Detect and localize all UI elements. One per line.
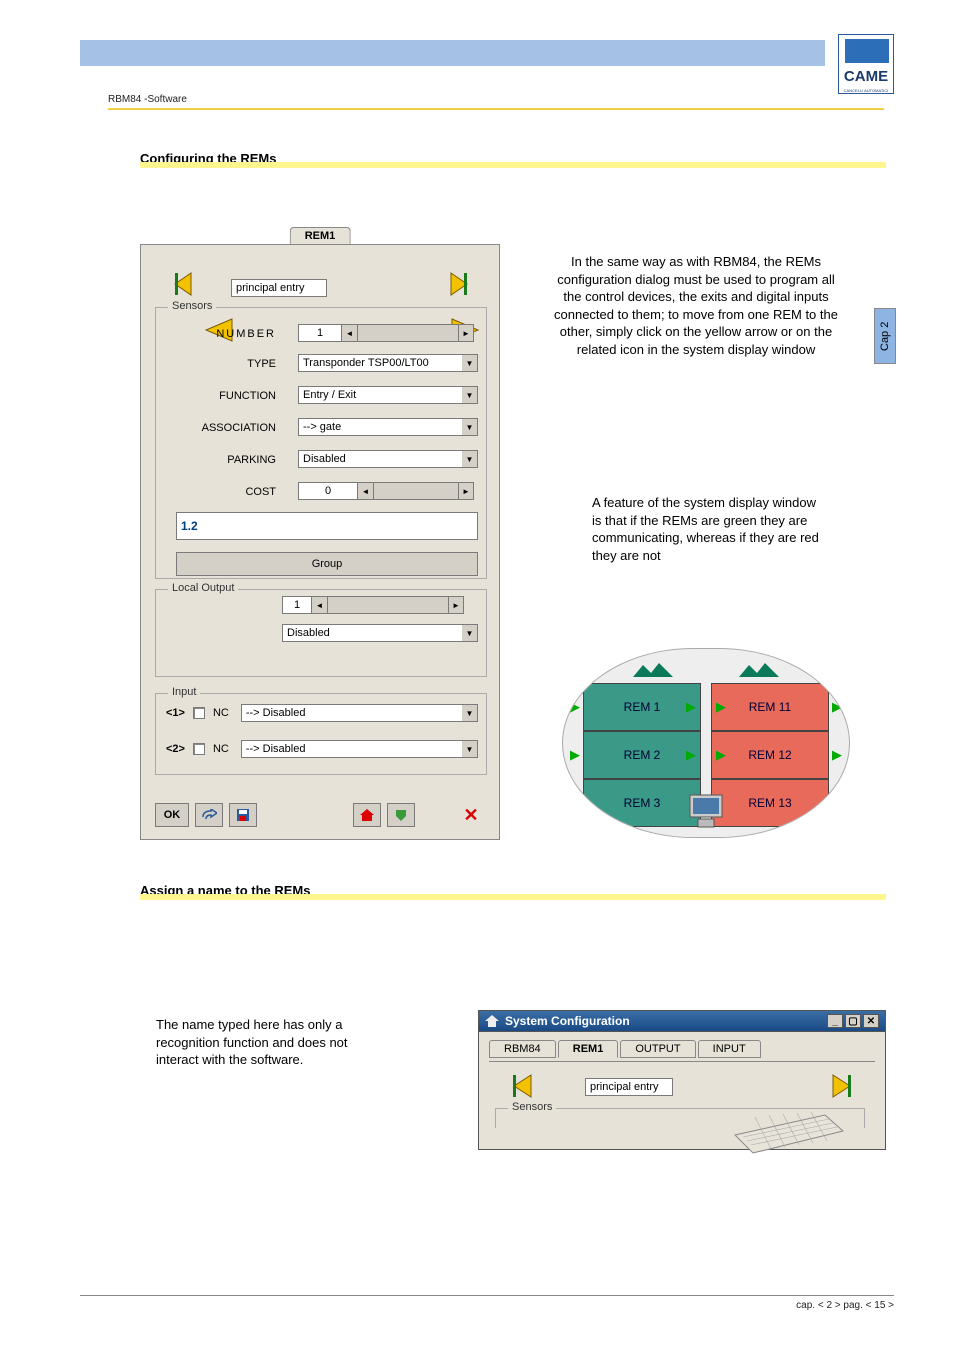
tab-rbm84[interactable]: RBM84 — [489, 1040, 556, 1058]
floppy-icon — [236, 808, 250, 822]
input-legend: Input — [168, 686, 200, 698]
chapter-tab: Cap 2 — [874, 308, 896, 364]
local-output-stepper[interactable]: 1 ◄ ► — [282, 596, 464, 614]
label-association: ASSOCIATION — [176, 422, 276, 434]
next-rem-arrow-icon[interactable] — [443, 269, 473, 299]
tab-rem1[interactable]: REM1 — [290, 227, 351, 244]
rem-config-dialog: REM1 principal entry Sensors NUMBER 1 ◄ … — [140, 244, 500, 840]
came-logo: CAME CANCELLI AUTOMATICI — [838, 34, 894, 94]
parking-combo[interactable]: Disabled▼ — [298, 450, 478, 468]
undo-icon — [201, 809, 217, 821]
group-button[interactable]: Group — [176, 552, 478, 576]
input2-combo[interactable]: --> Disabled▼ — [241, 740, 478, 758]
local-output-fieldset: Local Output 1 ◄ ► Disabled▼ — [155, 589, 487, 677]
function-combo[interactable]: Entry / Exit▼ — [298, 386, 478, 404]
close-button[interactable]: ✕ — [863, 1014, 879, 1028]
home-button[interactable] — [353, 803, 381, 827]
window-title: System Configuration — [505, 1014, 630, 1028]
name-note-paragraph: The name typed here has only a recogniti… — [156, 1016, 390, 1069]
sensors-fieldset: Sensors NUMBER 1 ◄ ► TYPE Transponder TS… — [155, 307, 487, 579]
header-band — [80, 40, 825, 66]
prev-rem-arrow-icon[interactable] — [509, 1072, 539, 1100]
heading-underline — [140, 162, 886, 168]
input-fieldset: Input <1> NC --> Disabled▼ <2> NC --> Di… — [155, 693, 487, 775]
page-arrow-icon — [394, 808, 408, 822]
save-button[interactable] — [229, 803, 257, 827]
next-page-button[interactable] — [387, 803, 415, 827]
tab-rem1[interactable]: REM1 — [558, 1040, 619, 1058]
feature-paragraph: A feature of the system display window i… — [592, 494, 824, 564]
intro-paragraph: In the same way as with RBM84, the REMs … — [548, 253, 844, 358]
sensors-legend-small: Sensors — [508, 1101, 556, 1113]
label-cost: COST — [176, 486, 276, 498]
label-parking: PARKING — [176, 454, 276, 466]
ok-button[interactable]: OK — [155, 803, 189, 827]
mountain-icon — [633, 663, 673, 677]
heading-underline — [140, 894, 886, 900]
tab-input[interactable]: INPUT — [698, 1040, 761, 1058]
nc-label: NC — [213, 707, 229, 719]
rem-name-field[interactable]: principal entry — [585, 1078, 673, 1096]
local-output-legend: Local Output — [168, 582, 238, 594]
association-combo[interactable]: --> gate▼ — [298, 418, 478, 436]
window-icon — [485, 1015, 499, 1027]
close-button[interactable]: ✕ — [457, 803, 485, 827]
breadcrumb-underline — [108, 108, 884, 110]
label-type: TYPE — [176, 358, 276, 370]
input-row-idx: <2> — [166, 743, 185, 755]
next-rem-arrow-icon[interactable] — [825, 1072, 855, 1100]
input-row-idx: <1> — [166, 707, 185, 719]
cost-stepper[interactable]: 0 ◄ ► — [298, 482, 474, 500]
rem-cell[interactable]: ▶REM 1▶ — [583, 683, 701, 731]
page-footer: cap. < 2 > pag. < 15 > — [80, 1295, 894, 1311]
input1-combo[interactable]: --> Disabled▼ — [241, 704, 478, 722]
home-icon — [359, 808, 375, 822]
sensor-number-stepper[interactable]: 1 ◄ ► — [298, 324, 474, 342]
nc-label: NC — [213, 743, 229, 755]
system-display-oval: ▶REM 1▶ ▶REM 2▶ REM 3 ▶REM 11▶ ▶REM 12▶ … — [562, 648, 850, 838]
minimize-button[interactable]: _ — [827, 1014, 843, 1028]
rem-cell[interactable]: ▶REM 11▶ — [711, 683, 829, 731]
sensors-legend: Sensors — [168, 300, 216, 312]
label-number: NUMBER — [176, 328, 276, 340]
type-combo[interactable]: Transponder TSP00/LT00▼ — [298, 354, 478, 372]
dialog-tab-strip: REM1 — [290, 227, 351, 244]
rem-cell[interactable]: ▶REM 2▶ — [583, 731, 701, 779]
nc-checkbox-2[interactable] — [193, 743, 205, 755]
document-page: CAME CANCELLI AUTOMATICI RBM84 -Software… — [0, 0, 954, 1351]
label-function: FUNCTION — [176, 390, 276, 402]
nc-checkbox-1[interactable] — [193, 707, 205, 719]
undo-button[interactable] — [195, 803, 223, 827]
keyboard-icon — [725, 1105, 845, 1155]
maximize-button[interactable]: ▢ — [845, 1014, 861, 1028]
local-output-combo[interactable]: Disabled▼ — [282, 624, 478, 642]
mountain-icon — [739, 663, 779, 677]
close-icon: ✕ — [463, 805, 478, 826]
rem-name-field[interactable]: principal entry — [231, 279, 327, 297]
rem-cell[interactable]: ▶REM 12▶ — [711, 731, 829, 779]
logo-subtext: CANCELLI AUTOMATICI — [839, 88, 893, 93]
prev-rem-arrow-icon[interactable] — [169, 269, 199, 299]
system-config-window: System Configuration _ ▢ ✕ RBM84 REM1 OU… — [478, 1010, 886, 1150]
window-titlebar: System Configuration _ ▢ ✕ — [479, 1011, 885, 1032]
indicator-value: 1.2 — [181, 519, 198, 533]
breadcrumb: RBM84 -Software — [108, 94, 187, 105]
logo-text: CAME — [839, 68, 893, 85]
computer-icon — [676, 791, 736, 831]
tab-output[interactable]: OUTPUT — [620, 1040, 695, 1058]
